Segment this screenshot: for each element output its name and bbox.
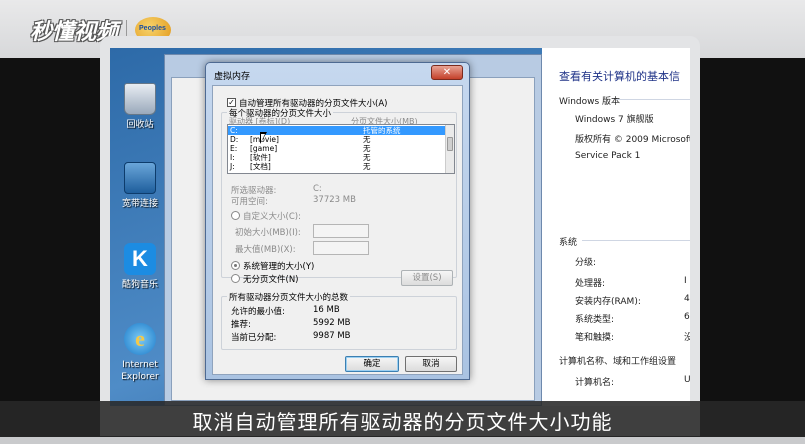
windows-edition: Windows 7 旗舰版 <box>575 115 654 125</box>
system-managed-radio[interactable] <box>231 261 240 270</box>
custom-size-radio[interactable] <box>231 211 240 220</box>
drive-letter: I: <box>230 153 235 162</box>
scrollbar-thumb[interactable] <box>447 137 453 151</box>
no-paging-radio[interactable] <box>231 274 240 283</box>
no-paging-label[interactable]: 无分页文件(N) <box>243 273 299 285</box>
totals-group-label: 所有驱动器分页文件大小的总数 <box>227 291 351 303</box>
pen-touch-label: 笔和触摸: <box>575 333 615 343</box>
divider <box>616 99 690 100</box>
list-item[interactable]: J: [文档] 无 <box>228 162 446 171</box>
computer-name-label: 计算机名: <box>575 378 615 388</box>
processor-value: I <box>684 276 687 286</box>
partner-logo-text: Peoples <box>139 25 166 32</box>
network-connection-icon <box>124 162 156 194</box>
current-allocated-value: 9987 MB <box>313 331 351 341</box>
list-item[interactable]: E: [game] 无 <box>228 144 446 153</box>
computer-section-header: 计算机名称、域和工作组设置 <box>559 357 677 367</box>
mouse-cursor-fill <box>261 134 265 142</box>
initial-size-label: 初始大小(MB)(I): <box>235 228 301 238</box>
system-type-value: 6 <box>684 312 690 322</box>
drive-paging-size: 无 <box>363 144 371 153</box>
virtual-memory-dialog: 虚拟内存 ✕ ✓ 自动管理所有驱动器的分页文件大小(A) 每个驱动器的分页文件大… <box>205 62 470 380</box>
kugou-music-icon: K <box>124 243 156 275</box>
max-size-input[interactable] <box>313 241 369 255</box>
system-managed-label[interactable]: 系统管理的大小(Y) <box>243 260 314 272</box>
drive-paging-size: 无 <box>363 153 371 162</box>
cancel-button[interactable]: 取消 <box>405 356 457 372</box>
max-size-label: 最大值(MB)(X): <box>235 245 296 255</box>
laptop-base <box>0 437 805 444</box>
auto-manage-checkbox[interactable]: ✓ <box>227 98 236 107</box>
desktop-icon-recycle-bin[interactable]: 回收站 <box>110 83 170 131</box>
recommended-value: 5992 MB <box>313 318 351 328</box>
free-space-value: 37723 MB <box>313 195 356 205</box>
drive-paging-size: 无 <box>363 135 371 144</box>
initial-size-input[interactable] <box>313 224 369 238</box>
desktop-icon-ie[interactable]: e Internet Explorer <box>110 323 170 383</box>
computer-name-value: U <box>684 375 690 385</box>
desktop-icon-label: 宽带连接 <box>121 199 158 209</box>
min-allowed-label: 允许的最小值: <box>231 307 285 317</box>
copyright-text: 版权所有 © 2009 Microsoft <box>575 135 690 145</box>
dialog-title: 虚拟内存 <box>214 72 251 82</box>
drive-letter: E: <box>230 144 238 153</box>
drive-letter: J: <box>230 162 235 171</box>
recycle-bin-icon <box>124 83 156 115</box>
pen-touch-value: 没 <box>684 333 690 343</box>
system-info-panel: 查看有关计算机的基本信 Windows 版本 Windows 7 旗舰版 版权所… <box>542 48 690 406</box>
list-item[interactable]: I: [软件] 无 <box>228 153 446 162</box>
ram-label: 安装内存(RAM): <box>575 297 641 307</box>
drive-letter: D: <box>230 135 239 144</box>
ram-value: 4 <box>684 294 690 304</box>
service-pack: Service Pack 1 <box>575 151 641 161</box>
desktop-icon-kugou[interactable]: K 酷狗音乐 <box>110 243 170 291</box>
desktop-icon-label: 酷狗音乐 <box>121 280 158 290</box>
set-button[interactable]: 设置(S) <box>401 270 453 286</box>
list-scrollbar[interactable] <box>445 125 454 173</box>
desktop-icon-broadband[interactable]: 宽带连接 <box>110 162 170 210</box>
system-info-title: 查看有关计算机的基本信 <box>559 70 680 83</box>
divider <box>582 240 690 241</box>
laptop-screen: 回收站 宽带连接 K 酷狗音乐 e Internet Explorer 查看有关… <box>110 48 690 406</box>
drive-label: [软件] <box>250 153 271 162</box>
drive-letter: C: <box>230 126 238 135</box>
min-allowed-value: 16 MB <box>313 305 340 315</box>
free-space-label: 可用空间: <box>231 197 268 207</box>
drive-paging-size: 无 <box>363 162 371 171</box>
subtitle-text: 取消自动管理所有驱动器的分页文件大小功能 <box>192 410 613 434</box>
dialog-body: ✓ 自动管理所有驱动器的分页文件大小(A) 每个驱动器的分页文件大小 驱动器 [… <box>212 85 463 375</box>
drive-paging-size: 托管的系统 <box>363 126 401 135</box>
custom-size-label[interactable]: 自定义大小(C): <box>243 210 301 222</box>
ok-button[interactable]: 确定 <box>345 356 399 372</box>
drive-label: [文档] <box>250 162 271 171</box>
windows-edition-header: Windows 版本 <box>559 97 621 107</box>
close-button[interactable]: ✕ <box>431 65 463 80</box>
processor-label: 处理器: <box>575 279 606 289</box>
internet-explorer-icon: e <box>124 323 156 355</box>
current-allocated-label: 当前已分配: <box>231 333 277 343</box>
system-type-label: 系统类型: <box>575 315 615 325</box>
selected-drive-value: C: <box>313 184 322 194</box>
rating-label: 分级: <box>575 258 597 268</box>
desktop-icon-label: 回收站 <box>126 120 154 130</box>
desktop-icon-label: Internet Explorer <box>121 360 159 382</box>
drive-label: [game] <box>250 144 278 153</box>
system-header: 系统 <box>559 238 578 248</box>
recommended-label: 推荐: <box>231 320 251 330</box>
